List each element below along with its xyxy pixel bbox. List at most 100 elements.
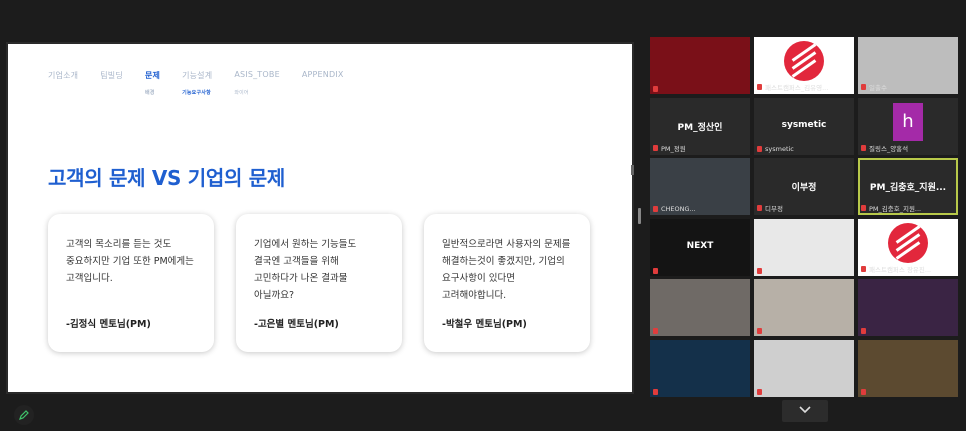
participant-name: PM_김충호_지원... [861,203,955,213]
quote-card: 고객의 목소리를 듣는 것도 중요하지만 기업 또한 PM에게는 고객입니다. … [48,214,214,352]
slide-nav: 기업소개 팀빌딩 문제 배경 기능설계 기능요구사항 ASIS_TOBE 와이어 AP… [48,70,366,96]
participant-tile[interactable]: PM_김충호_지원... PM_김충호_지원... [858,158,958,215]
slide-nav-company: 기업소개 [48,71,79,80]
slide-nav-sub-requirements: 기능요구사항 [182,90,211,96]
participant-display-label: PM_김충호_지원... [869,183,947,193]
participant-name [757,268,851,274]
quote-author: -박철우 멘토님(PM) [442,319,527,330]
participant-name: sysmetic [757,145,851,153]
participant-name-text: PM_김충호_지원... [869,205,922,213]
participant-tile[interactable] [650,340,750,397]
slide-nav-team: 팀빌딩 [100,71,123,80]
mic-muted-icon [653,145,658,151]
mic-muted-icon [757,328,762,334]
participant-tile[interactable]: CHEONG... [650,158,750,215]
participant-name [653,328,747,334]
participant-name-text: 질링스_양홍석 [869,145,909,153]
mic-muted-icon [757,268,762,274]
participant-name [757,389,851,395]
participant-name: 질링스_양홍석 [861,143,955,153]
shared-screen: 기업소개 팀빌딩 문제 배경 기능설계 기능요구사항 ASIS_TOBE 와이어 AP… [6,42,634,394]
participant-name: PM_정원 [653,143,747,153]
participant-name: 디부정 [757,203,851,213]
annotate-button[interactable] [14,405,34,425]
participant-name-text: sysmetic [765,145,794,153]
quote-card: 일반적으로라면 사용자의 문제를 해결하는것이 좋겠지만, 기업의 요구사항이 … [424,214,590,352]
mic-muted-icon [861,328,866,334]
avatar: h [893,103,923,141]
participant-tile[interactable]: PM_정산인 PM_정원 [650,98,750,155]
mic-muted-icon [861,389,866,395]
panel-resize-handle[interactable] [638,208,641,224]
pencil-icon [19,410,29,420]
mic-muted-icon [653,86,658,92]
participant-name: 패스트캠퍼스_김유영... [757,82,851,92]
share-edge-marker [631,165,634,175]
participant-tile[interactable] [650,37,750,94]
participant-name [653,268,747,274]
participant-name [653,86,747,92]
mic-muted-icon [653,206,658,212]
quote-card: 기업에서 원하는 기능들도 결국엔 고객들을 위해 고민하다가 나온 결과물 아… [236,214,402,352]
slide-nav-asis: ASIS_TOBE 와이어 [234,70,280,96]
participant-name-text: CHEONG... [661,205,696,213]
participant-name-text: 디부정 [765,205,783,213]
participant-name-text: 패스트캠퍼스_김유영... [765,84,829,92]
participant-tile[interactable] [754,340,854,397]
participant-tile[interactable] [858,279,958,336]
participant-tile[interactable]: sysmetic sysmetic [754,98,854,155]
chevron-down-icon [799,406,811,414]
participant-name-text: 패스트캠퍼스 장유진... [869,266,932,274]
participant-tile[interactable] [754,279,854,336]
slide-nav-sub-wire: 와이어 [234,90,249,96]
quote-cards: 고객의 목소리를 듣는 것도 중요하지만 기업 또한 PM에게는 고객입니다. … [48,214,612,352]
mic-muted-icon [861,205,866,211]
brand-logo [888,223,928,263]
mic-muted-icon [861,84,866,90]
quote-author: -고은별 멘토님(PM) [254,319,339,330]
mic-muted-icon [653,389,658,395]
quote-text: 일반적으로라면 사용자의 문제를 해결하는것이 좋겠지만, 기업의 요구사항이 … [442,239,571,301]
participant-tile[interactable]: 패스트캠퍼스_김유영... [754,37,854,94]
participant-name [861,389,955,395]
slide-nav-design: 기능설계 기능요구사항 [182,71,213,96]
slide-nav-sub-background: 배경 [144,90,155,96]
participant-tile[interactable]: 패스트캠퍼스 장유진... [858,219,958,276]
participant-name-text: PM_정원 [661,145,686,153]
participant-tile[interactable] [650,279,750,336]
participant-tile[interactable] [858,340,958,397]
mic-muted-icon [653,268,658,274]
slide-title: 고객의 문제 VS 기업의 문제 [48,166,285,190]
slide-nav-problem: 문제 배경 [144,71,161,96]
mic-muted-icon [757,389,762,395]
quote-author: -김정식 멘토님(PM) [66,319,151,330]
participant-tile[interactable] [754,219,854,276]
participant-display-label: sysmetic [781,120,827,130]
participant-name: CHEONG... [653,205,747,213]
quote-text: 기업에서 원하는 기능들도 결국엔 고객들을 위해 고민하다가 나온 결과물 아… [254,239,357,301]
participant-tile[interactable]: 이부정디부정 [754,158,854,215]
participant-name [757,328,851,334]
slide-nav-appendix: APPENDIX [301,70,344,79]
mic-muted-icon [757,84,762,90]
participant-name [653,389,747,395]
participant-display-label: PM_정산인 [677,123,723,133]
participant-name: 일출수 [861,82,955,92]
participant-display-label: NEXT [686,241,714,251]
mic-muted-icon [653,328,658,334]
participant-name [861,328,955,334]
participant-name: 패스트캠퍼스 장유진... [861,264,955,274]
mic-muted-icon [861,145,866,151]
participant-tile[interactable]: 일출수 [858,37,958,94]
mic-muted-icon [757,146,762,152]
participant-name-text: 일출수 [869,84,887,92]
mic-muted-icon [861,266,866,272]
participant-tile[interactable]: NEXT [650,219,750,276]
mic-muted-icon [757,205,762,211]
participant-tile[interactable]: h 질링스_양홍석 [858,98,958,155]
quote-text: 고객의 목소리를 듣는 것도 중요하지만 기업 또한 PM에게는 고객입니다. [66,239,194,284]
video-meeting-window: 기업소개 팀빌딩 문제 배경 기능설계 기능요구사항 ASIS_TOBE 와이어 AP… [0,0,966,431]
participant-display-label: 이부정 [791,183,817,193]
gallery-next-page-button[interactable] [782,400,828,422]
brand-logo [784,41,824,81]
